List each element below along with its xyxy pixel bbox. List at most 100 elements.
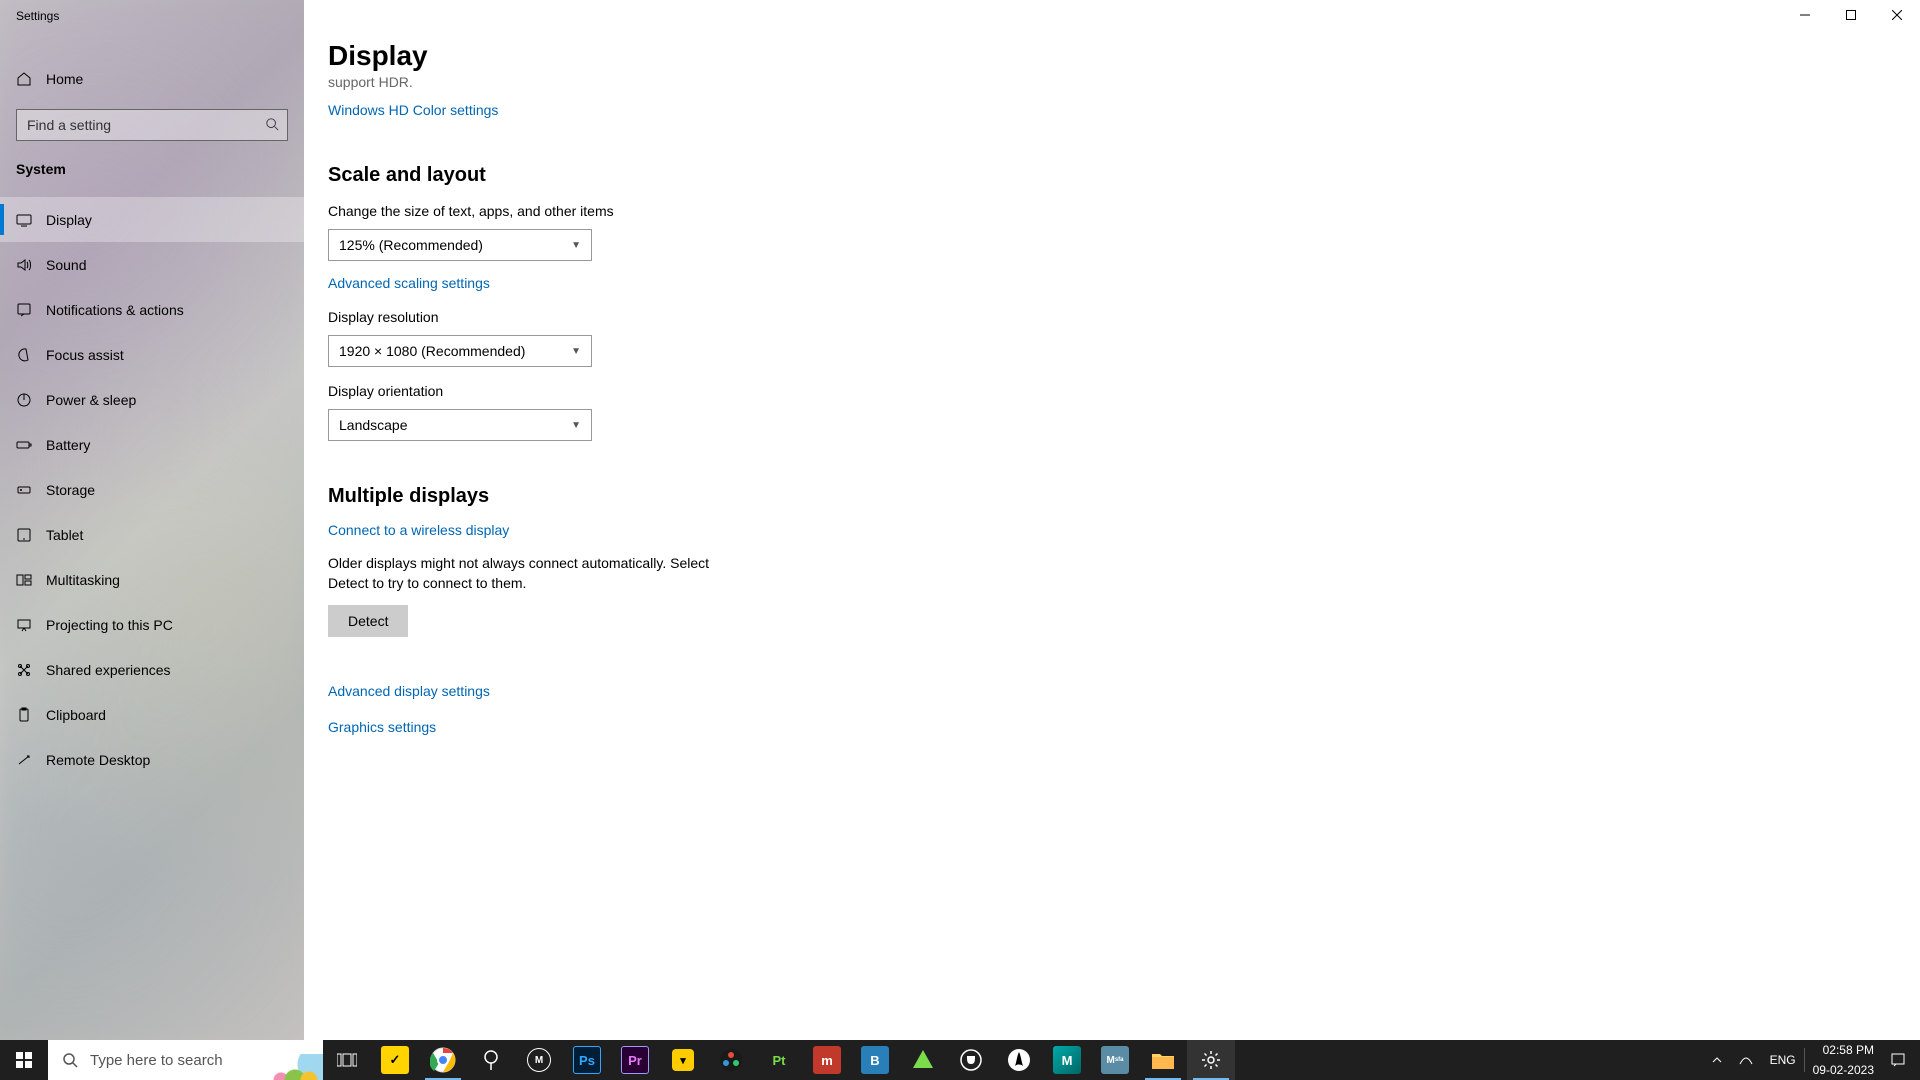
label-text-size: Change the size of text, apps, and other… [328, 203, 1088, 219]
taskbar-app-1[interactable]: ✓ [371, 1040, 419, 1080]
detect-note: Older displays might not always connect … [328, 554, 748, 593]
power-icon [16, 392, 32, 408]
display-icon [16, 212, 32, 228]
tray-action-center[interactable] [1882, 1040, 1914, 1080]
chevron-down-icon: ▼ [571, 240, 581, 251]
sidebar-item-label: Tablet [46, 527, 83, 543]
taskbar-app-9[interactable]: Msfa [1091, 1040, 1139, 1080]
link-wireless-display[interactable]: Connect to a wireless display [328, 522, 509, 538]
sidebar-item-label: Focus assist [46, 347, 124, 363]
chevron-down-icon: ▼ [571, 420, 581, 431]
sidebar-item-storage[interactable]: Storage [0, 467, 304, 512]
taskbar-davinci[interactable] [707, 1040, 755, 1080]
hdr-truncated-line: support HDR. [328, 74, 1088, 90]
sidebar-item-remote-desktop[interactable]: Remote Desktop [0, 737, 304, 782]
sidebar-search-wrap [0, 101, 304, 145]
sidebar-item-label: Storage [46, 482, 95, 498]
storage-icon [16, 482, 32, 498]
taskbar-app-7[interactable] [899, 1040, 947, 1080]
taskbar-app-8[interactable] [995, 1040, 1043, 1080]
battery-icon [16, 437, 32, 453]
sidebar-item-label: Shared experiences [46, 662, 171, 678]
sidebar-item-clipboard[interactable]: Clipboard [0, 692, 304, 737]
sidebar-item-shared-experiences[interactable]: Shared experiences [0, 647, 304, 692]
label-resolution: Display resolution [328, 309, 1088, 325]
sidebar-item-tablet[interactable]: Tablet [0, 512, 304, 557]
sidebar-item-projecting[interactable]: Projecting to this PC [0, 602, 304, 647]
tray-overflow[interactable] [1704, 1040, 1730, 1080]
sidebar-home[interactable]: Home [0, 56, 304, 101]
tablet-icon [16, 527, 32, 543]
sidebar-search[interactable] [16, 109, 288, 141]
minimize-button[interactable] [1782, 0, 1828, 30]
taskbar-app-2[interactable] [467, 1040, 515, 1080]
sidebar-item-power-sleep[interactable]: Power & sleep [0, 377, 304, 422]
tray-clock[interactable]: 02:58 PM 09-02-2023 [1805, 1040, 1882, 1080]
sidebar-item-label: Power & sleep [46, 392, 136, 408]
taskbar-search-placeholder: Type here to search [90, 1052, 223, 1069]
search-decoration [253, 1054, 323, 1080]
taskbar-settings[interactable] [1187, 1040, 1235, 1080]
dropdown-text-size-value: 125% (Recommended) [339, 237, 483, 253]
detect-button[interactable]: Detect [328, 605, 408, 637]
sidebar-item-notifications[interactable]: Notifications & actions [0, 287, 304, 332]
close-button[interactable] [1874, 0, 1920, 30]
taskbar-search[interactable]: Type here to search [48, 1040, 323, 1080]
sidebar-category: System [0, 145, 304, 187]
tray-date: 09-02-2023 [1813, 1063, 1874, 1077]
link-advanced-display[interactable]: Advanced display settings [328, 683, 490, 699]
page-title: Display [328, 0, 1920, 72]
dropdown-resolution-value: 1920 × 1080 (Recommended) [339, 343, 525, 359]
sidebar-item-multitasking[interactable]: Multitasking [0, 557, 304, 602]
search-icon [265, 117, 279, 131]
task-view-button[interactable] [323, 1040, 371, 1080]
taskbar-photoshop[interactable]: Ps [563, 1040, 611, 1080]
sidebar-item-label: Notifications & actions [46, 302, 184, 318]
start-button[interactable] [0, 1040, 48, 1080]
sidebar-item-label: Multitasking [46, 572, 120, 588]
sidebar-item-label: Battery [46, 437, 90, 453]
search-icon [62, 1052, 78, 1068]
dropdown-orientation[interactable]: Landscape ▼ [328, 409, 592, 441]
taskbar-chrome[interactable] [419, 1040, 467, 1080]
maximize-button[interactable] [1828, 0, 1874, 30]
taskbar-file-explorer[interactable] [1139, 1040, 1187, 1080]
taskbar: Type here to search ✓ M Ps Pr ▾ Pt m B M… [0, 1040, 1920, 1080]
dropdown-resolution[interactable]: 1920 × 1080 (Recommended) ▼ [328, 335, 592, 367]
taskbar-app-6[interactable]: B [851, 1040, 899, 1080]
search-input[interactable] [17, 110, 287, 140]
projecting-icon [16, 617, 32, 633]
sidebar-item-focus-assist[interactable]: Focus assist [0, 332, 304, 377]
taskbar-app-5[interactable]: m [803, 1040, 851, 1080]
multitasking-icon [16, 572, 32, 588]
link-graphics-settings[interactable]: Graphics settings [328, 719, 436, 735]
taskbar-substance-painter[interactable]: Pt [755, 1040, 803, 1080]
taskbar-app-4[interactable]: ▾ [659, 1040, 707, 1080]
tray-icon-1[interactable] [1730, 1040, 1762, 1080]
sidebar-item-battery[interactable]: Battery [0, 422, 304, 467]
shared-icon [16, 662, 32, 678]
sidebar-item-label: Remote Desktop [46, 752, 150, 768]
taskbar-pinned: ✓ M Ps Pr ▾ Pt m B M Msfa [323, 1040, 1235, 1080]
section-scale-layout: Scale and layout [328, 164, 1088, 187]
window-title: Settings [0, 0, 304, 32]
tray-language[interactable]: ENG [1762, 1040, 1804, 1080]
taskbar-app-3[interactable]: M [515, 1040, 563, 1080]
taskbar-maya[interactable]: M [1043, 1040, 1091, 1080]
taskbar-premiere[interactable]: Pr [611, 1040, 659, 1080]
nav-list: Display Sound Notifications & actions Fo… [0, 197, 304, 782]
sidebar-home-label: Home [46, 71, 83, 87]
link-advanced-scaling[interactable]: Advanced scaling settings [328, 275, 490, 291]
settings-body: support HDR. Windows HD Color settings S… [328, 74, 1088, 737]
sound-icon [16, 257, 32, 273]
taskbar-unreal[interactable] [947, 1040, 995, 1080]
dropdown-text-size[interactable]: 125% (Recommended) ▼ [328, 229, 592, 261]
notifications-icon [16, 302, 32, 318]
sidebar-item-label: Display [46, 212, 92, 228]
clipboard-icon [16, 707, 32, 723]
sidebar-item-sound[interactable]: Sound [0, 242, 304, 287]
link-hd-color-settings[interactable]: Windows HD Color settings [328, 102, 498, 118]
tray-language-label: ENG [1770, 1053, 1796, 1067]
focus-assist-icon [16, 347, 32, 363]
sidebar-item-display[interactable]: Display [0, 197, 304, 242]
